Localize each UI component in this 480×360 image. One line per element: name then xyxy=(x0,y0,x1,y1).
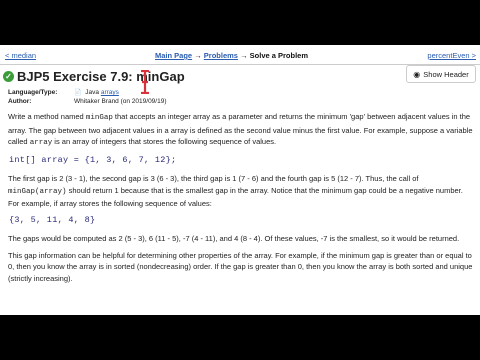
language-label: Language/Type: xyxy=(8,89,58,96)
breadcrumb-problems[interactable]: Problems xyxy=(204,51,238,60)
text-cursor-icon xyxy=(141,70,149,94)
solved-check-icon: ✓ xyxy=(3,70,14,82)
next-problem-link[interactable]: percentEven > xyxy=(427,51,476,60)
show-header-button[interactable]: ◉ Show Header xyxy=(406,65,476,83)
text: Write a method named xyxy=(8,112,86,121)
eye-icon: ◉ xyxy=(413,69,421,79)
code-example: {3, 5, 11, 4, 8} xyxy=(9,214,96,225)
text: The first gap is 2 (3 - 1), the second g… xyxy=(8,174,419,183)
top-navigation: < median Main Page → Problems → Solve a … xyxy=(0,51,480,63)
breadcrumb: Main Page → Problems → Solve a Problem xyxy=(155,51,308,60)
breadcrumb-main-page[interactable]: Main Page xyxy=(155,51,192,60)
author-value: Whitaker Brand (on 2019/09/19) xyxy=(74,97,167,105)
prev-problem-link[interactable]: < median xyxy=(5,51,36,60)
paragraph: Write a method named minGap that accepts… xyxy=(8,111,474,150)
document-icon: 📄 xyxy=(74,90,82,96)
paragraph: The first gap is 2 (3 - 1), the second g… xyxy=(8,173,474,210)
language-name: Java xyxy=(85,89,100,96)
topic-link[interactable]: arrays xyxy=(101,89,119,96)
breadcrumb-arrow: → xyxy=(194,51,202,60)
breadcrumb-arrow: → xyxy=(240,51,248,60)
text: is an array of integers that stores the … xyxy=(52,137,277,146)
inline-code: minGap(array) xyxy=(8,187,67,196)
paragraph: This gap information can be helpful for … xyxy=(8,250,473,283)
show-header-label: Show Header xyxy=(423,69,469,79)
page-title: BJP5 Exercise 7.9: minGap xyxy=(17,68,185,84)
language-value: 📄 Java arrays xyxy=(74,89,119,98)
title-row: ✓ BJP5 Exercise 7.9: minGap xyxy=(3,67,185,85)
paragraph: The gaps would be computed as 2 (5 - 3),… xyxy=(8,234,460,243)
inline-code: minGap xyxy=(85,114,113,122)
author-label: Author: xyxy=(8,97,32,105)
code-example: int[] array = {1, 3, 6, 7, 12}; xyxy=(9,154,177,165)
browser-page: < median Main Page → Problems → Solve a … xyxy=(0,45,480,315)
breadcrumb-current: Solve a Problem xyxy=(249,51,309,60)
problem-description: Write a method named minGap that accepts… xyxy=(8,111,474,289)
text: should return 1 because that is the smal… xyxy=(8,185,463,209)
inline-code: array xyxy=(29,139,53,147)
